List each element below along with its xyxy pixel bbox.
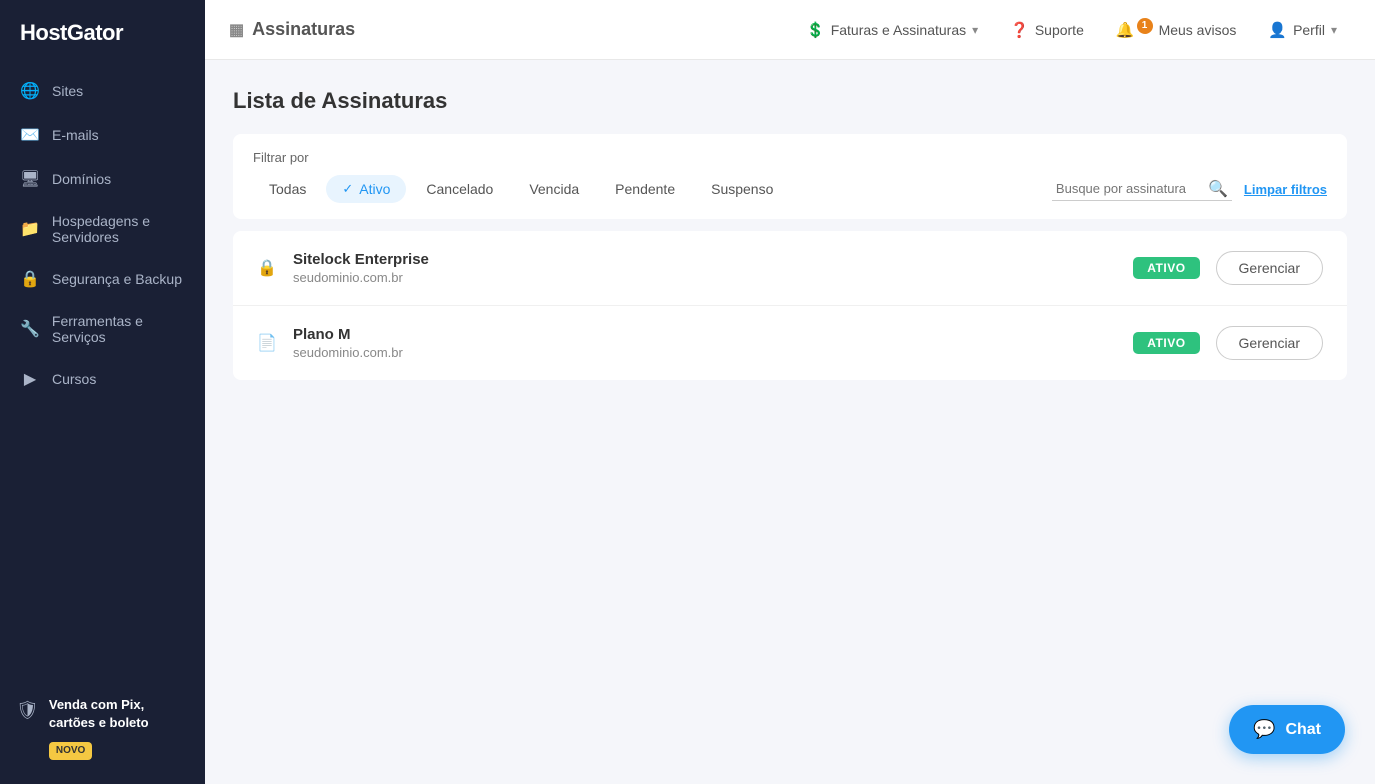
table-row: 📄 Plano M seudominio.com.br ATIVO Gerenc… [233, 306, 1347, 380]
sidebar-item-sites[interactable]: 🌐 Sites [8, 70, 197, 112]
chat-icon: 💬 [1253, 719, 1275, 740]
chat-button[interactable]: 💬 Chat [1229, 705, 1345, 754]
folder-icon: 📄 [257, 333, 277, 353]
sidebar-item-label: E-mails [52, 127, 99, 143]
chevron-down-icon: ▾ [972, 23, 978, 37]
search-input[interactable] [1052, 177, 1232, 201]
sidebar: HostGator 🌐 Sites ✉️ E-mails 🖥 Domínios … [0, 0, 205, 784]
table-row: 🔒 Sitelock Enterprise seudominio.com.br … [233, 231, 1347, 306]
filter-tab-active[interactable]: Ativo [326, 175, 406, 203]
list-title: Lista de Assinaturas [233, 88, 1347, 114]
sidebar-item-label: Cursos [52, 371, 96, 387]
logo: HostGator [0, 0, 205, 70]
user-icon: 👤 [1268, 21, 1287, 39]
nav-support[interactable]: ❓ Suporte [996, 13, 1098, 47]
sub-domain: seudominio.com.br [293, 345, 1117, 360]
sites-icon: 🌐 [20, 81, 40, 101]
sidebar-nav: 🌐 Sites ✉️ E-mails 🖥 Domínios 📁 Hospedag… [0, 70, 205, 680]
status-badge: ATIVO [1133, 257, 1199, 279]
sidebar-item-label: Domínios [52, 171, 111, 187]
content-area: Lista de Assinaturas Filtrar por Todas A… [205, 60, 1375, 784]
emails-icon: ✉️ [20, 125, 40, 145]
promo-title: Venda com Pix, cartões e boleto [49, 696, 189, 732]
sidebar-item-label: Ferramentas e Serviços [52, 313, 185, 345]
domains-icon: 🖥 [20, 169, 40, 189]
main-content: ▦ Assinaturas 💲 Faturas e Assinaturas ▾ … [205, 0, 1375, 784]
sidebar-item-label: Sites [52, 83, 83, 99]
filter-bar: Filtrar por Todas Ativo Cancelado Vencid… [233, 134, 1347, 219]
sub-name: Sitelock Enterprise [293, 251, 1117, 268]
nav-billing-label: Faturas e Assinaturas [831, 22, 966, 38]
filter-tab-suspended[interactable]: Suspenso [695, 175, 789, 203]
sidebar-promo[interactable]: 🛡 Venda com Pix, cartões e boleto NOVO [0, 680, 205, 784]
sidebar-item-security[interactable]: 🔒 Segurança e Backup [8, 258, 197, 300]
sidebar-item-label: Segurança e Backup [52, 271, 182, 287]
search-wrap: 🔍 [1052, 177, 1232, 201]
filter-tab-expired[interactable]: Vencida [513, 175, 595, 203]
sidebar-item-courses[interactable]: ▶ Cursos [8, 358, 197, 400]
filter-tabs: Todas Ativo Cancelado Vencida Pendente S… [253, 175, 789, 203]
security-icon: 🔒 [20, 269, 40, 289]
profile-chevron-icon: ▾ [1331, 23, 1337, 37]
filter-tab-all[interactable]: Todas [253, 175, 322, 203]
nav-notifications[interactable]: 🔔 1 Meus avisos [1102, 13, 1251, 47]
nav-notifications-label: Meus avisos [1159, 22, 1237, 38]
courses-icon: ▶ [20, 369, 40, 389]
promo-icon: 🛡 [16, 698, 39, 723]
sub-info: Sitelock Enterprise seudominio.com.br [293, 251, 1117, 285]
nav-billing[interactable]: 💲 Faturas e Assinaturas ▾ [792, 13, 992, 47]
page-title-section: ▦ Assinaturas [229, 19, 355, 40]
clear-filters-button[interactable]: Limpar filtros [1244, 182, 1327, 197]
billing-icon: 💲 [806, 21, 825, 39]
page-icon: ▦ [229, 20, 244, 40]
sub-name: Plano M [293, 326, 1117, 343]
chat-label: Chat [1285, 721, 1321, 739]
nav-profile[interactable]: 👤 Perfil ▾ [1254, 13, 1351, 47]
sidebar-item-hosting[interactable]: 📁 Hospedagens e Servidores [8, 202, 197, 256]
sidebar-item-tools[interactable]: 🔧 Ferramentas e Serviços [8, 302, 197, 356]
bell-icon: 🔔 [1116, 21, 1135, 39]
filter-tab-canceled[interactable]: Cancelado [410, 175, 509, 203]
filter-tab-pending[interactable]: Pendente [599, 175, 691, 203]
notification-badge: 1 [1137, 18, 1153, 34]
sub-domain: seudominio.com.br [293, 270, 1117, 285]
topbar-nav: 💲 Faturas e Assinaturas ▾ ❓ Suporte 🔔 1 … [792, 13, 1351, 47]
page-title: Assinaturas [252, 19, 355, 40]
subscriptions-list: 🔒 Sitelock Enterprise seudominio.com.br … [233, 231, 1347, 380]
hosting-icon: 📁 [20, 219, 40, 239]
lock-icon: 🔒 [257, 258, 277, 278]
manage-button[interactable]: Gerenciar [1216, 326, 1323, 360]
filter-label: Filtrar por [253, 150, 1327, 165]
badge-novo: NOVO [49, 742, 92, 760]
status-badge: ATIVO [1133, 332, 1199, 354]
sidebar-item-emails[interactable]: ✉️ E-mails [8, 114, 197, 156]
search-icon: 🔍 [1208, 179, 1228, 199]
support-icon: ❓ [1010, 21, 1029, 39]
sub-info: Plano M seudominio.com.br [293, 326, 1117, 360]
sidebar-item-label: Hospedagens e Servidores [52, 213, 185, 245]
manage-button[interactable]: Gerenciar [1216, 251, 1323, 285]
nav-support-label: Suporte [1035, 22, 1084, 38]
sidebar-item-domains[interactable]: 🖥 Domínios [8, 158, 197, 200]
filter-search: 🔍 Limpar filtros [1052, 177, 1327, 201]
nav-profile-label: Perfil [1293, 22, 1325, 38]
topbar: ▦ Assinaturas 💲 Faturas e Assinaturas ▾ … [205, 0, 1375, 60]
tools-icon: 🔧 [20, 319, 40, 339]
